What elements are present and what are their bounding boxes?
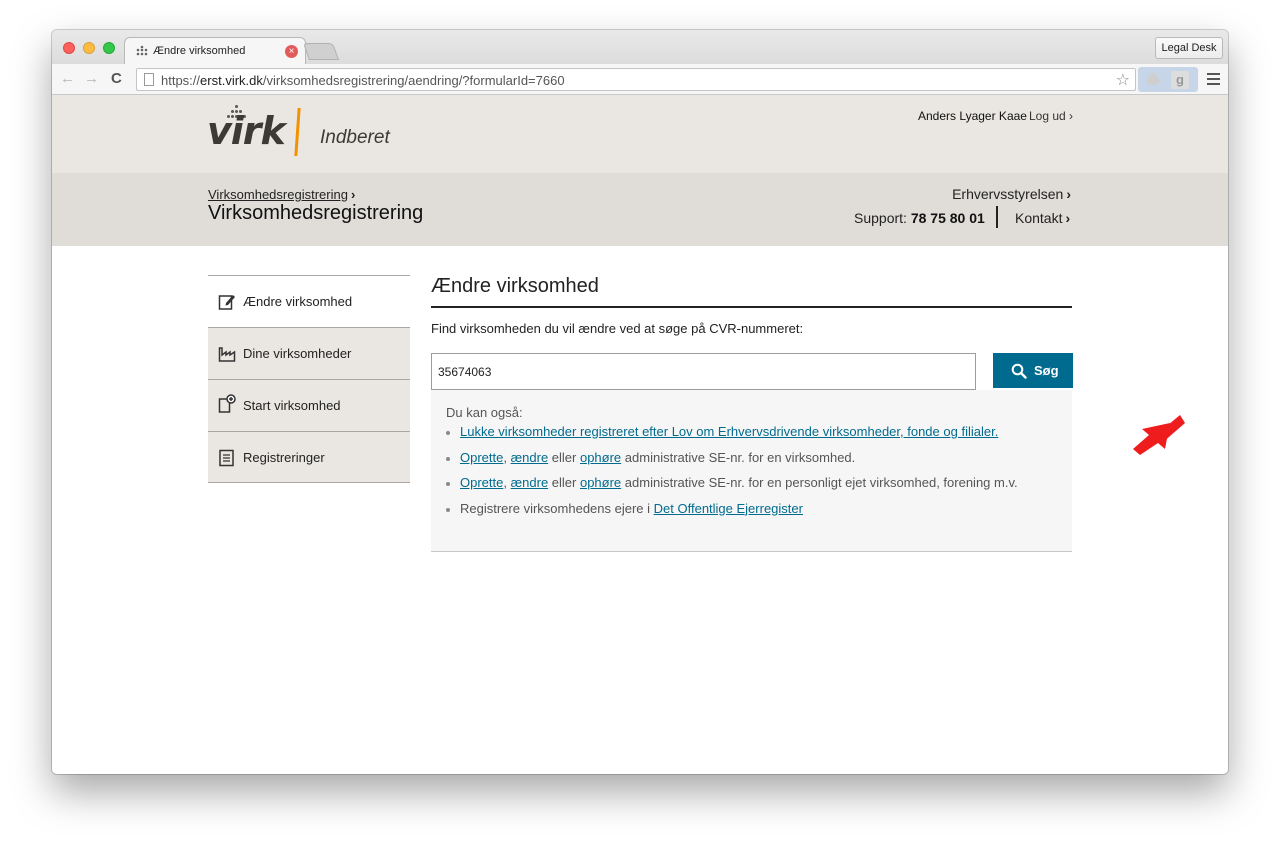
- page-content: virk Indberet Anders Lyager Kaae Log ud …: [52, 95, 1228, 774]
- close-window-button[interactable]: [63, 42, 75, 54]
- sidebar-nav: Ændre virksomhed Dine virksomheder Start…: [208, 275, 410, 483]
- legal-desk-button[interactable]: Legal Desk: [1155, 37, 1223, 59]
- sidebar-item-label: Ændre virksomhed: [243, 294, 353, 309]
- list-item: Registrere virksomhedens ejere i Det Off…: [446, 500, 1018, 526]
- browser-window: Ændre virksomhed × Legal Desk ← → C http…: [52, 30, 1228, 774]
- virk-logo[interactable]: virk: [207, 109, 286, 153]
- virk-favicon-icon: [136, 45, 148, 56]
- tab-strip: Ændre virksomhed × Legal Desk: [52, 30, 1228, 64]
- divider: [996, 206, 998, 228]
- sidebar-item-registreringer[interactable]: Registreringer: [208, 431, 410, 483]
- breadcrumb: Virksomhedsregistrering ›: [208, 187, 355, 202]
- page-icon: [144, 73, 154, 86]
- change-link[interactable]: ændre: [511, 450, 549, 465]
- red-arrow-icon: [1133, 415, 1185, 455]
- sidebar-item-label: Dine virksomheder: [243, 346, 352, 361]
- sidebar-item-aendre-virksomhed[interactable]: Ændre virksomhed: [208, 275, 410, 327]
- logout-link[interactable]: Log ud ›: [1029, 109, 1073, 123]
- reload-icon[interactable]: C: [111, 70, 122, 87]
- url-text: https://erst.virk.dk/virksomhedsregistre…: [161, 73, 565, 88]
- tab-title: Ændre virksomhed: [153, 45, 246, 57]
- extensions-area: g: [1138, 67, 1198, 92]
- agency-link[interactable]: Erhvervsstyrelsen ›: [952, 186, 1071, 202]
- list-item: Lukke virksomheder registreret efter Lov…: [446, 423, 1018, 449]
- support-phone: 78 75 80 01: [910, 210, 985, 226]
- options-heading: Du kan også:: [446, 405, 523, 420]
- chevron-right-icon: ›: [350, 187, 356, 202]
- create-link[interactable]: Oprette: [460, 475, 503, 490]
- browser-toolbar: ← → C https://erst.virk.dk/virksomhedsre…: [52, 64, 1228, 95]
- hamburger-menu-icon[interactable]: [1207, 73, 1220, 88]
- address-bar[interactable]: https://erst.virk.dk/virksomhedsregistre…: [136, 68, 1136, 91]
- factory-icon: [218, 347, 236, 362]
- cvr-search-input[interactable]: [431, 353, 976, 390]
- terminate-link[interactable]: ophøre: [580, 475, 621, 490]
- site-header: virk Indberet Anders Lyager Kaae Log ud …: [52, 95, 1228, 173]
- zoom-window-button[interactable]: [103, 42, 115, 54]
- page-title: Virksomhedsregistrering: [208, 202, 424, 224]
- list-item: Oprette, ændre eller ophøre administrati…: [446, 449, 1018, 475]
- main-heading: Ændre virksomhed: [431, 275, 599, 297]
- breadcrumb-link[interactable]: Virksomhedsregistrering: [208, 187, 348, 202]
- sidebar-item-dine-virksomheder[interactable]: Dine virksomheder: [208, 327, 410, 379]
- create-link[interactable]: Oprette: [460, 450, 503, 465]
- alternative-options-box: Du kan også: Lukke virksomheder registre…: [431, 390, 1072, 552]
- drive-icon[interactable]: [1146, 73, 1160, 85]
- user-name: Anders Lyager Kaae: [918, 109, 1027, 123]
- close-company-link[interactable]: Lukke virksomheder registreret efter Lov…: [460, 424, 998, 439]
- back-arrow-icon[interactable]: ←: [60, 70, 75, 87]
- new-document-icon: [218, 394, 236, 413]
- browser-tab[interactable]: Ændre virksomhed ×: [124, 37, 306, 64]
- new-tab-button[interactable]: [302, 43, 340, 60]
- owner-register-link[interactable]: Det Offentlige Ejerregister: [654, 501, 803, 516]
- terminate-link[interactable]: ophøre: [580, 450, 621, 465]
- search-button-label: Søg: [1034, 363, 1059, 378]
- support-info: Support: 78 75 80 01: [854, 210, 985, 226]
- sidebar-item-label: Registreringer: [243, 450, 325, 465]
- change-link[interactable]: ændre: [511, 475, 549, 490]
- google-plus-icon[interactable]: g: [1171, 71, 1189, 89]
- options-list: Lukke virksomheder registreret efter Lov…: [446, 423, 1018, 525]
- list-icon: [219, 449, 234, 467]
- heading-rule: [431, 306, 1072, 308]
- logo-subtitle: Indberet: [320, 127, 390, 148]
- bookmark-star-icon[interactable]: ☆: [1116, 70, 1130, 90]
- section-header: Virksomhedsregistrering › Virksomhedsregi…: [52, 173, 1228, 246]
- search-icon: [1011, 363, 1027, 379]
- logo-divider: [294, 108, 301, 156]
- sidebar-item-start-virksomhed[interactable]: Start virksomhed: [208, 379, 410, 431]
- search-instruction: Find virksomheden du vil ændre ved at sø…: [431, 321, 804, 336]
- forward-arrow-icon[interactable]: →: [84, 70, 99, 87]
- search-button[interactable]: Søg: [993, 353, 1073, 388]
- close-icon[interactable]: ×: [285, 45, 298, 58]
- minimize-window-button[interactable]: [83, 42, 95, 54]
- list-item: Oprette, ændre eller ophøre administrati…: [446, 474, 1018, 500]
- edit-icon: [218, 295, 235, 310]
- contact-link[interactable]: Kontakt ›: [1015, 210, 1070, 226]
- sidebar-item-label: Start virksomhed: [243, 398, 341, 413]
